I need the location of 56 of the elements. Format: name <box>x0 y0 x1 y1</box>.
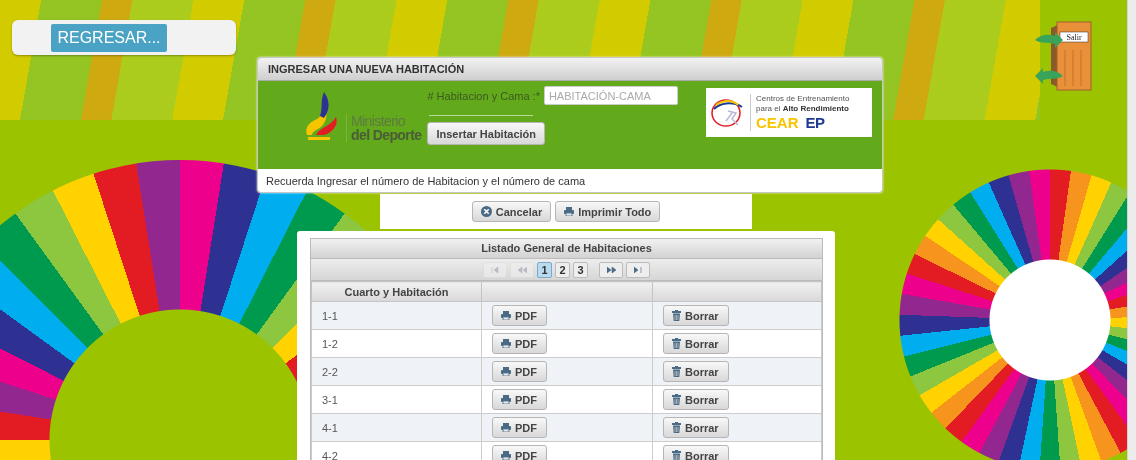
pdf-button[interactable]: PDF <box>492 361 547 382</box>
logo-text: para el Alto Rendimiento <box>756 104 850 114</box>
trash-icon <box>672 338 681 349</box>
pdf-button[interactable]: PDF <box>492 417 547 438</box>
pdf-button[interactable]: PDF <box>492 389 547 410</box>
table-cell: 1-1 <box>311 301 482 330</box>
printer-icon <box>501 311 511 320</box>
trash-icon <box>672 310 681 321</box>
trash-icon <box>672 366 681 377</box>
insert-button[interactable]: Insertar Habitación <box>427 122 546 145</box>
next-arrow-icon <box>606 265 616 274</box>
pdf-button[interactable]: PDF <box>492 333 547 354</box>
logo-text: del Deporte <box>351 128 422 142</box>
logo-text: EP <box>805 114 825 131</box>
trash-icon <box>672 394 681 405</box>
printer-icon <box>501 339 511 348</box>
table-cell: 4-1 <box>311 413 482 442</box>
last-arrow-icon <box>633 265 643 274</box>
column-header: Cuarto y Habitación <box>311 281 482 302</box>
delete-button[interactable]: Borrar <box>663 445 729 460</box>
printer-icon <box>501 423 511 432</box>
delete-button[interactable]: Borrar <box>663 333 729 354</box>
prev-arrow-icon <box>517 265 527 274</box>
table-cell: 3-1 <box>311 385 482 414</box>
table-cell: 4-2 <box>311 441 482 460</box>
page-button[interactable]: 2 <box>555 261 570 278</box>
room-bed-field[interactable]: HABITACIÓN-CAMA <box>543 86 678 105</box>
cancel-button[interactable]: Cancelar <box>471 201 552 222</box>
table-cell: 2-2 <box>311 357 482 386</box>
page-button[interactable]: 1 <box>537 261 552 278</box>
field-label: # Habitacion y Cama :* <box>427 89 540 102</box>
printer-icon <box>501 367 511 376</box>
delete-button[interactable]: Borrar <box>663 417 729 438</box>
logo-text: CEAR <box>756 114 799 131</box>
panel-title: INGRESAR UNA NUEVA HABITACIÓN <box>258 58 882 81</box>
trash-icon <box>672 422 681 433</box>
pdf-button[interactable]: PDF <box>492 305 547 326</box>
close-icon <box>480 206 492 217</box>
logo-text: Centros de Entrenamiento <box>756 94 850 104</box>
printer-icon <box>564 207 575 216</box>
first-arrow-icon <box>490 265 500 274</box>
delete-button[interactable]: Borrar <box>663 305 729 326</box>
last-page-button[interactable] <box>626 261 650 278</box>
table-title: Listado General de Habitaciones <box>311 239 822 259</box>
hint-text: Recuerda Ingresar el número de Habitacion y el número de cama <box>258 169 882 192</box>
printer-icon <box>501 395 511 404</box>
print-button[interactable]: Imprimir Todo <box>555 201 661 222</box>
pdf-button[interactable]: PDF <box>492 445 547 460</box>
table-cell: 1-2 <box>311 329 482 358</box>
next-page-button[interactable] <box>599 261 623 278</box>
page-button[interactable]: 3 <box>573 261 588 278</box>
printer-icon <box>501 451 511 460</box>
scrollbar[interactable] <box>1127 0 1136 460</box>
delete-button[interactable]: Borrar <box>663 361 729 382</box>
trash-icon <box>672 450 681 460</box>
delete-button[interactable]: Borrar <box>663 389 729 410</box>
